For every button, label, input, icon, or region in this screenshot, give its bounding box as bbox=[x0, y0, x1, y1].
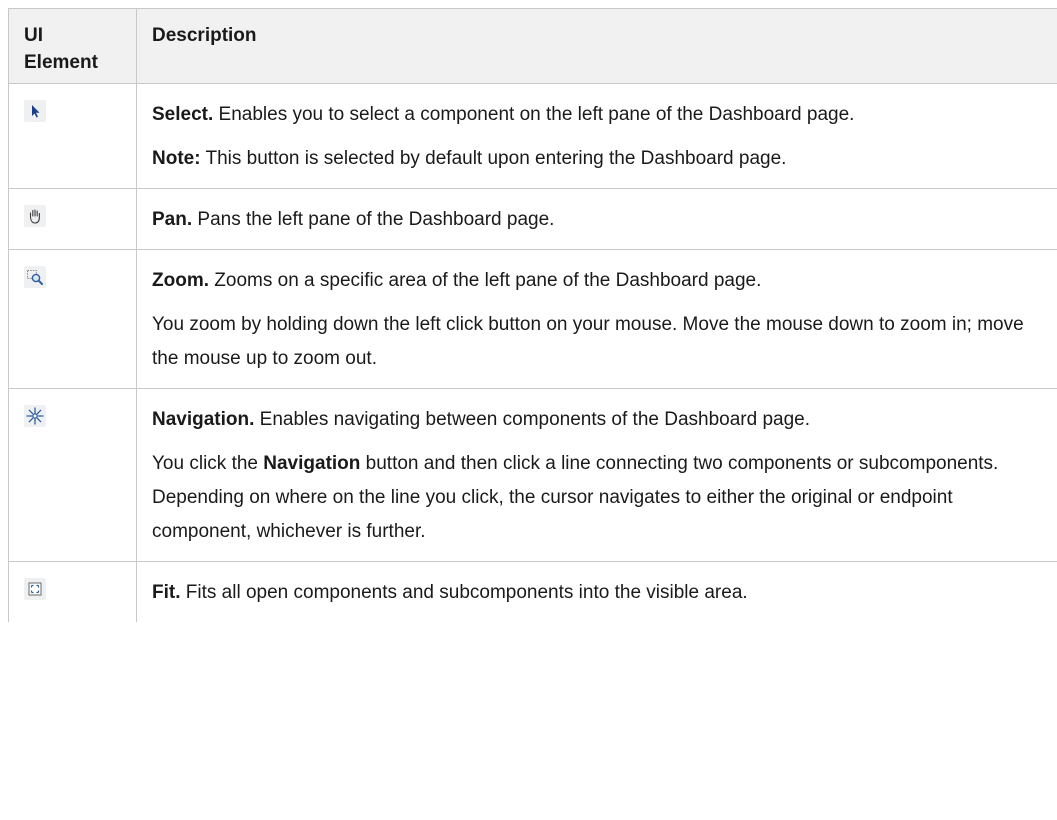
description-extra: You zoom by holding down the left click … bbox=[152, 314, 1024, 369]
note-text: This button is selected by default upon … bbox=[200, 148, 787, 169]
element-title: Navigation. bbox=[152, 409, 255, 430]
ui-element-cell bbox=[8, 388, 137, 562]
pan-hand-icon bbox=[24, 205, 46, 227]
ui-element-cell bbox=[8, 561, 137, 622]
description-cell: Pan. Pans the left pane of the Dashboard… bbox=[136, 188, 1057, 250]
element-text: Pans the left pane of the Dashboard page… bbox=[192, 209, 555, 230]
element-title: Select. bbox=[152, 104, 214, 125]
table-header-row: UI Element Description bbox=[8, 8, 1057, 84]
navigation-icon bbox=[24, 405, 46, 427]
ui-element-cell bbox=[8, 83, 137, 189]
description-paragraph: Pan. Pans the left pane of the Dashboard… bbox=[152, 203, 1045, 237]
table-row: Fit. Fits all open components and subcom… bbox=[8, 561, 1057, 622]
element-title: Fit. bbox=[152, 582, 181, 603]
description-paragraph: Select. Enables you to select a componen… bbox=[152, 98, 1045, 132]
fit-icon bbox=[24, 578, 46, 600]
header-ui-element-line2: Element bbox=[24, 52, 98, 73]
select-cursor-icon bbox=[24, 100, 46, 122]
zoom-icon bbox=[24, 266, 46, 288]
description-cell: Select. Enables you to select a componen… bbox=[136, 83, 1057, 189]
header-ui-element-line1: UI bbox=[24, 25, 43, 46]
description-cell: Zoom. Zooms on a specific area of the le… bbox=[136, 249, 1057, 389]
element-title: Zoom. bbox=[152, 270, 209, 291]
element-text: Enables navigating between components of… bbox=[254, 409, 811, 430]
table-row: Select. Enables you to select a componen… bbox=[8, 83, 1057, 189]
element-title: Pan. bbox=[152, 209, 193, 230]
ui-element-cell bbox=[8, 249, 137, 389]
description-paragraph: Fit. Fits all open components and subcom… bbox=[152, 576, 1045, 610]
description-paragraph: Navigation. Enables navigating between c… bbox=[152, 403, 1045, 437]
ui-element-cell bbox=[8, 188, 137, 250]
description-extra: You click the Navigation button and then… bbox=[152, 447, 1045, 549]
ui-elements-table: UI Element Description Select. Enables y… bbox=[8, 8, 1057, 622]
extra-bold: Navigation bbox=[263, 453, 361, 474]
table-row: Zoom. Zooms on a specific area of the le… bbox=[8, 249, 1057, 389]
table-row: Pan. Pans the left pane of the Dashboard… bbox=[8, 188, 1057, 250]
note-paragraph: Note: This button is selected by default… bbox=[152, 142, 1045, 176]
description-cell: Navigation. Enables navigating between c… bbox=[136, 388, 1057, 562]
header-description: Description bbox=[136, 8, 1057, 84]
header-ui-element: UI Element bbox=[8, 8, 137, 84]
element-text: Fits all open components and subcomponen… bbox=[180, 582, 748, 603]
description-paragraph: Zoom. Zooms on a specific area of the le… bbox=[152, 264, 1045, 298]
note-label: Note: bbox=[152, 148, 201, 169]
table-row: Navigation. Enables navigating between c… bbox=[8, 388, 1057, 562]
extra-pre: You click the bbox=[152, 453, 264, 474]
description-cell: Fit. Fits all open components and subcom… bbox=[136, 561, 1057, 622]
element-text: Zooms on a specific area of the left pan… bbox=[209, 270, 762, 291]
element-text: Enables you to select a component on the… bbox=[213, 104, 855, 125]
